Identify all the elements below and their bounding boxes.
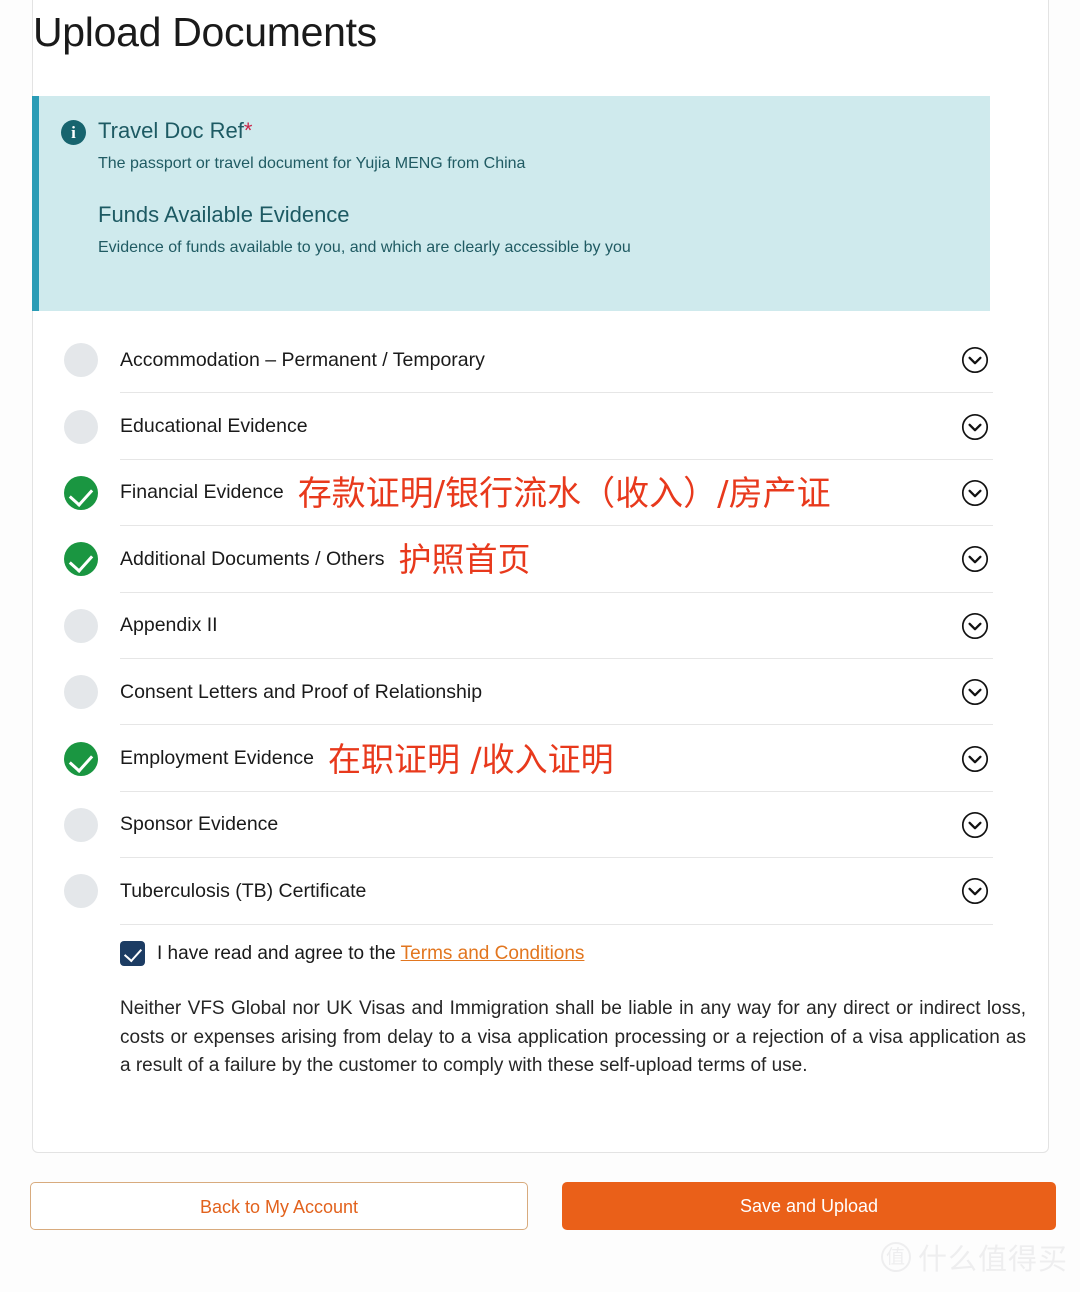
chevron-down-icon[interactable] (961, 479, 989, 507)
info-icon: i (61, 120, 86, 145)
handwritten-annotation: 在职证明 /收入证明 (328, 739, 614, 779)
chevron-down-icon[interactable] (961, 346, 989, 374)
document-row[interactable]: Additional Documents / Others 护照首页 (32, 526, 993, 593)
handwritten-annotation: 护照首页 (398, 540, 531, 580)
chevron-down-icon[interactable] (961, 678, 989, 706)
terms-agreement-label: I have read and agree to the Terms and C… (157, 943, 584, 965)
document-row[interactable]: Appendix II (32, 593, 993, 659)
document-label: Consent Letters and Proof of Relationshi… (120, 680, 483, 703)
status-pending-icon (64, 608, 98, 643)
chevron-down-icon[interactable] (961, 545, 989, 573)
status-pending-icon (64, 807, 98, 842)
row-divider (120, 923, 993, 925)
upload-documents-page: Upload Documents i Travel Doc Ref* The p… (0, 0, 1080, 1292)
document-label: Employment Evidence (120, 747, 315, 770)
save-and-upload-button[interactable]: Save and Upload (562, 1182, 1056, 1230)
document-label: Additional Documents / Others (120, 547, 385, 570)
chevron-down-icon[interactable] (961, 612, 989, 640)
travel-doc-ref-description: The passport or travel document for Yuji… (98, 155, 526, 172)
document-row[interactable]: Consent Letters and Proof of Relationshi… (32, 659, 993, 726)
funds-available-title: Funds Available Evidence (98, 202, 350, 227)
status-complete-icon (64, 542, 98, 577)
handwritten-annotation: 存款证明/银行流水（收入）/房产证 (297, 473, 831, 514)
status-complete-icon (64, 475, 98, 510)
document-label: Sponsor Evidence (120, 813, 279, 836)
status-pending-icon (64, 675, 98, 710)
travel-doc-ref-block: i Travel Doc Ref* The passport or travel… (39, 118, 990, 258)
funds-available-description: Evidence of funds available to you, and … (98, 239, 631, 256)
document-row[interactable]: Educational Evidence (32, 393, 993, 460)
info-banner: i Travel Doc Ref* The passport or travel… (32, 96, 990, 311)
page-title: Upload Documents (33, 9, 377, 55)
status-pending-icon (64, 409, 98, 444)
document-list: Accommodation – Permanent / Temporary Edu… (32, 327, 993, 925)
document-row[interactable]: Employment Evidence 在职证明 /收入证明 (32, 725, 993, 792)
back-to-my-account-button[interactable]: Back to My Account (30, 1182, 528, 1230)
status-pending-icon (64, 874, 98, 909)
document-label: Accommodation – Permanent / Temporary (120, 348, 485, 371)
status-pending-icon (64, 343, 98, 378)
terms-agreement-text: I have read and agree to the (157, 942, 401, 964)
document-label: Tuberculosis (TB) Certificate (120, 879, 367, 902)
chevron-down-icon[interactable] (961, 413, 989, 441)
travel-doc-ref-title: Travel Doc Ref* (98, 118, 990, 144)
terms-and-conditions-link[interactable]: Terms and Conditions (401, 943, 585, 964)
document-row[interactable]: Sponsor Evidence (32, 792, 993, 859)
document-label: Appendix II (120, 614, 218, 637)
document-row[interactable]: Financial Evidence 存款证明/银行流水（收入）/房产证 (32, 460, 993, 527)
travel-doc-ref-label: Travel Doc Ref (98, 118, 244, 143)
required-marker: * (243, 118, 253, 143)
chevron-down-icon[interactable] (961, 811, 989, 839)
document-row[interactable]: Tuberculosis (TB) Certificate (32, 858, 993, 925)
chevron-down-icon[interactable] (961, 877, 989, 905)
watermark-badge: 值 (880, 1242, 911, 1272)
terms-checkbox[interactable] (120, 941, 145, 966)
document-label: Financial Evidence (120, 481, 284, 504)
chevron-down-icon[interactable] (961, 745, 989, 773)
terms-agreement-row[interactable]: I have read and agree to the Terms and C… (120, 941, 584, 966)
watermark: 值 什么值得买 (880, 1236, 1068, 1278)
disclaimer-text: Neither VFS Global nor UK Visas and Immi… (120, 998, 1026, 1076)
watermark-text: 什么值得买 (917, 1242, 1068, 1276)
document-label: Educational Evidence (120, 415, 308, 438)
status-complete-icon (64, 741, 98, 776)
document-row[interactable]: Accommodation – Permanent / Temporary (32, 327, 993, 394)
